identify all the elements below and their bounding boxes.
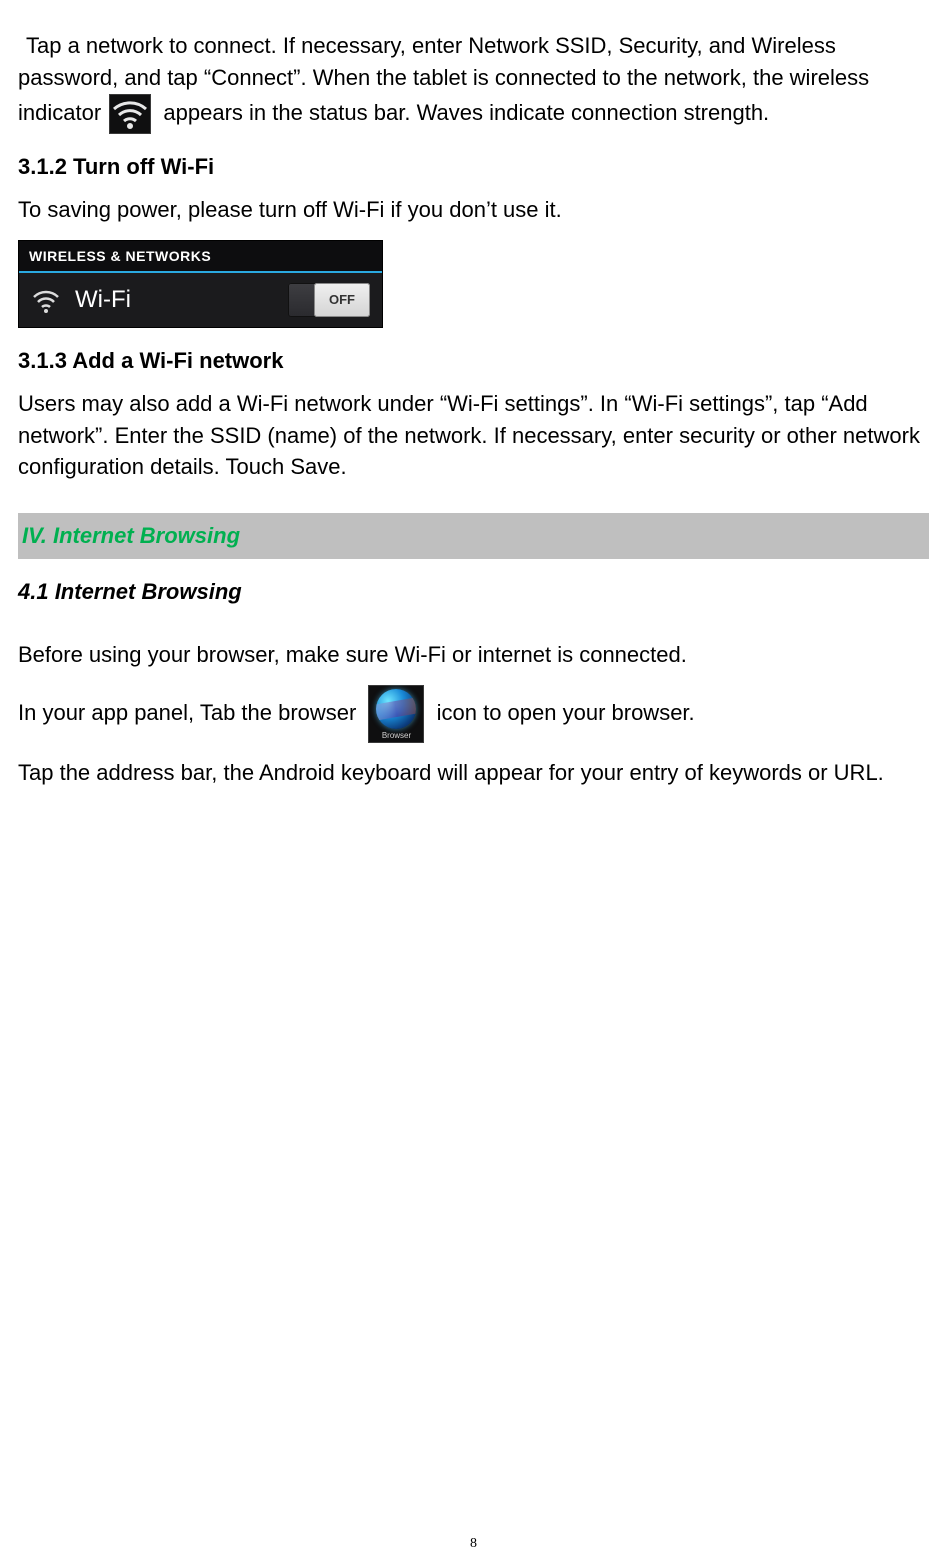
wifi-settings-panel-figure: WIRELESS & NETWORKS Wi-Fi OFF: [18, 240, 383, 328]
text-run: In your app panel, Tab the browser: [18, 700, 362, 725]
body-paragraph: In your app panel, Tab the browser Brows…: [18, 685, 929, 743]
section-heading-bar: IV. Internet Browsing: [18, 513, 929, 559]
wifi-toggle: OFF: [288, 283, 370, 317]
text-run: appears in the status bar. Waves indicat…: [163, 100, 769, 125]
body-paragraph: Users may also add a Wi-Fi network under…: [18, 388, 929, 484]
browser-app-icon: Browser: [368, 685, 424, 743]
heading-add-wifi-network: 3.1.3 Add a Wi-Fi network: [18, 348, 929, 374]
wifi-panel-header: WIRELESS & NETWORKS: [19, 241, 382, 273]
text-run: icon to open your browser.: [437, 700, 695, 725]
body-paragraph: Before using your browser, make sure Wi-…: [18, 639, 929, 671]
document-page: Tap a network to connect. If necessary, …: [0, 0, 947, 1564]
wifi-panel-row: Wi-Fi OFF: [19, 273, 382, 327]
body-paragraph: Tap the address bar, the Android keyboar…: [18, 757, 929, 789]
heading-internet-browsing: 4.1 Internet Browsing: [18, 579, 929, 605]
body-paragraph: Tap a network to connect. If necessary, …: [18, 30, 929, 134]
section-heading-text: IV. Internet Browsing: [22, 523, 240, 548]
wifi-icon: [31, 285, 61, 315]
wifi-row-label: Wi-Fi: [75, 286, 274, 314]
wifi-indicator-icon: [109, 94, 151, 134]
body-paragraph: To saving power, please turn off Wi-Fi i…: [18, 194, 929, 226]
browser-icon-label: Browser: [369, 730, 423, 742]
globe-icon: [376, 689, 416, 729]
wifi-toggle-knob: OFF: [314, 283, 370, 317]
page-number: 8: [0, 1536, 947, 1552]
spacer: [18, 619, 929, 639]
heading-turn-off-wifi: 3.1.2 Turn off Wi-Fi: [18, 154, 929, 180]
